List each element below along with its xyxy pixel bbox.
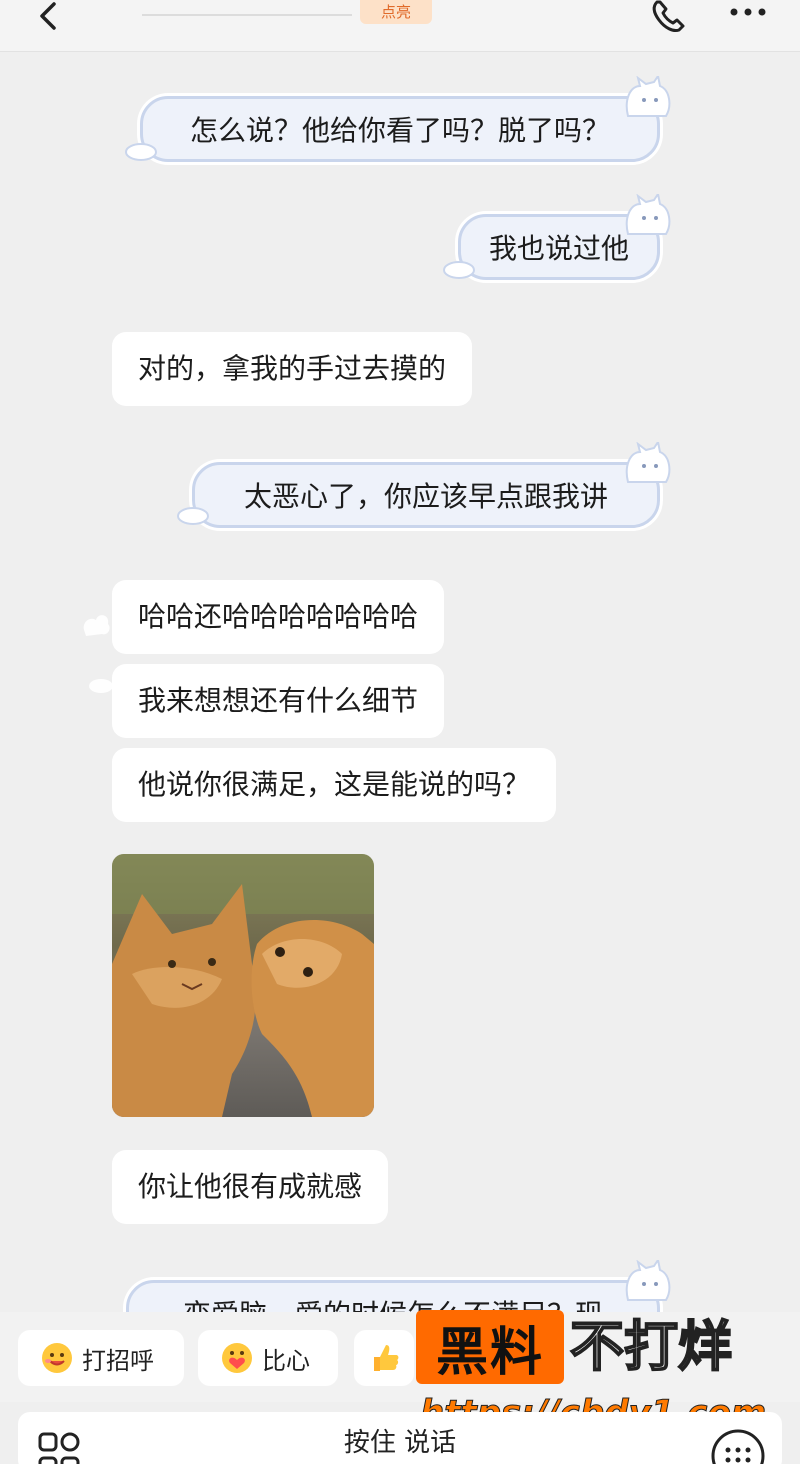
cat-ornament-icon (625, 1260, 671, 1301)
cloud-ornament-icon (83, 615, 110, 636)
quick-reply-thumbs-button[interactable] (354, 1330, 414, 1386)
contact-name-placeholder (142, 14, 352, 16)
watermark-slogan: 不打烊 (569, 1314, 733, 1379)
quick-reply-heart-button[interactable]: 比心 (198, 1330, 338, 1386)
keyboard-icon[interactable] (710, 1428, 766, 1464)
light-up-badge[interactable]: 点亮 (360, 0, 432, 24)
thumbs-up-emoji-icon (374, 1345, 399, 1371)
cat-ornament-icon (625, 442, 671, 483)
chat-message-list[interactable]: 怎么说？他给你看了吗？脱了吗？ 我也说过他 对的，拿我的手过去摸的 太恶心了，你… (0, 52, 800, 1312)
received-message-bubble[interactable]: 他说你很满足，这是能说的吗？ (112, 748, 557, 822)
sent-message-bubble[interactable]: 恋爱脑，爱的时候怎么不满足？现 (126, 1280, 660, 1312)
received-message-bubble[interactable]: 你让他很有成就感 (112, 1150, 389, 1224)
more-dots-icon[interactable] (726, 0, 774, 30)
back-arrow-icon[interactable] (30, 0, 70, 40)
cloud-ornament-icon (89, 679, 113, 693)
cloud-ornament-icon (443, 261, 475, 279)
hold-to-talk-button[interactable]: 按住 说话 (0, 1422, 800, 1459)
cat-ornament-icon (625, 194, 671, 235)
cat-sticker-image[interactable] (112, 854, 374, 1117)
cloud-ornament-icon (125, 143, 157, 161)
message-text: 恋爱脑，爱的时候怎么不满足？现 (126, 1280, 660, 1312)
phone-icon[interactable] (645, 0, 693, 36)
watermark-logo: 黑料 (416, 1310, 564, 1384)
chat-header: 点亮 (0, 0, 800, 52)
quick-reply-label: 打招呼 (82, 1346, 154, 1375)
quick-reply-label: 比心 (262, 1346, 310, 1375)
heart-hands-emoji-icon (222, 1343, 252, 1373)
quick-reply-greet-button[interactable]: 打招呼 (18, 1330, 184, 1386)
sent-message-bubble[interactable]: 怎么说？他给你看了吗？脱了吗？ (140, 96, 660, 162)
received-message-bubble[interactable]: 我来想想还有什么细节 (112, 664, 445, 738)
received-message-bubble[interactable]: 哈哈还哈哈哈哈哈哈哈 (112, 580, 445, 654)
wave-emoji-icon (42, 1343, 72, 1373)
received-message-bubble[interactable]: 对的，拿我的手过去摸的 (112, 332, 473, 406)
message-text: 太恶心了，你应该早点跟我讲 (243, 480, 608, 513)
message-text: 怎么说？他给你看了吗？脱了吗？ (189, 114, 610, 147)
cloud-ornament-icon (177, 507, 209, 525)
sent-message-bubble[interactable]: 太恶心了，你应该早点跟我讲 (192, 462, 660, 528)
cat-ornament-icon (625, 76, 671, 117)
